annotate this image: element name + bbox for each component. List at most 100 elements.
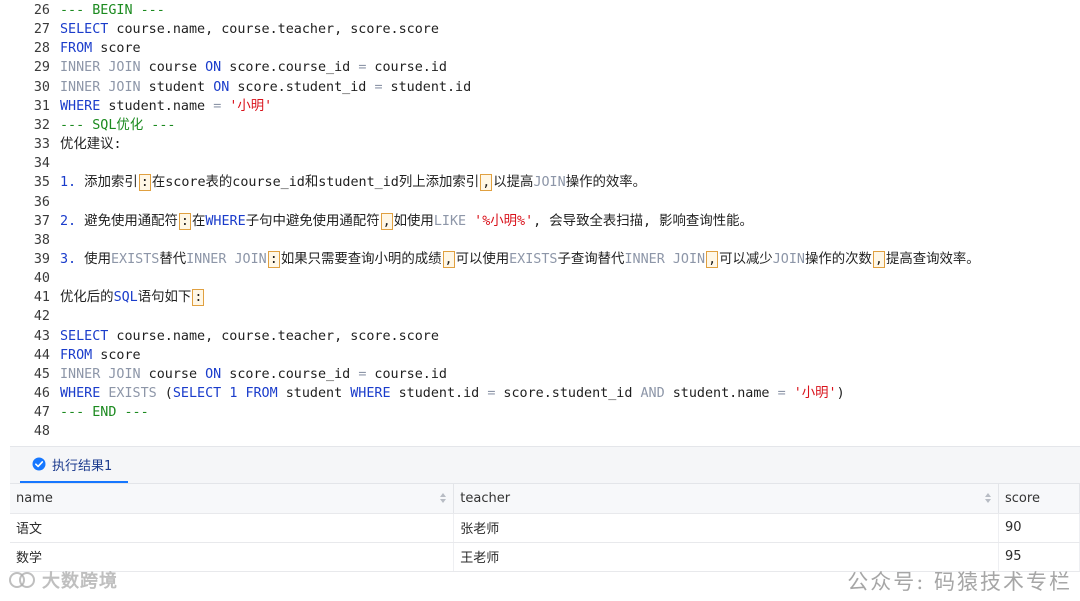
line-number: 34 [33,156,50,172]
code-line[interactable]: 45 INNER JOIN course ON score.course_id =… [0,365,447,384]
code-token: 提高查询效率。 [885,251,980,267]
code-token: : [192,289,205,307]
code-token: '%小明%' [474,213,534,229]
code-token: course.id [366,60,447,76]
code-line[interactable]: 40 [0,269,60,288]
code-token: 优化后的 [60,290,114,306]
table-cell[interactable]: 语文 [10,513,455,543]
code-token: INNER JOIN [624,251,706,267]
code-token: EXISTS [509,251,558,267]
table-row[interactable]: 语文 张老师 90 [10,513,1080,543]
code-line[interactable]: 47 --- END --- [0,403,149,422]
code-line[interactable]: 30 INNER JOIN student ON score.student_id… [0,78,471,97]
code-token: 在score表的course_id和student_id列上添加索引 [151,175,480,191]
code-token: = [777,386,786,401]
code-line[interactable]: 38 [0,231,60,250]
code-line[interactable]: 35 1. 添加索引: 在score表的course_id和student_id列上… [0,173,646,192]
code-token: ON [205,60,222,76]
sort-icon[interactable] [984,492,992,504]
code-token: 1. [60,175,77,191]
code-token: 如使用 [393,213,434,229]
code-line[interactable]: 39 3. 使用EXISTS替代INNER JOIN: 如果只需要查询小明的成绩, 可… [0,250,980,269]
column-header-score[interactable]: score [998,484,1080,514]
column-header-teacher[interactable]: teacher [453,484,1000,514]
code-token: 3. [60,251,77,267]
code-line[interactable]: 33 优化建议: [0,135,122,154]
line-number: 30 [33,79,50,95]
code-line[interactable]: 31 WHERE student.name = '小明' [0,97,272,116]
line-number: 37 [33,213,50,229]
code-token: course [140,366,206,382]
code-token: JOIN [533,175,566,191]
sort-icon[interactable] [439,492,447,504]
code-token: : [138,174,151,192]
code-line[interactable]: 48 [0,422,60,441]
code-line[interactable]: 28 FROM score [0,39,141,58]
sql-editor[interactable]: 26 --- BEGIN --- 27 SELECT course.name, cou… [0,0,1080,446]
code-token: FROM [245,386,278,401]
check-circle-icon [32,457,46,471]
code-token: 优化建议: [60,137,122,153]
line-number: 47 [33,405,50,421]
tab-result-1[interactable]: 执行结果1 [20,447,128,483]
code-token: ON [213,79,230,95]
results-tabbar: 执行结果1 [10,447,1080,484]
code-token: 可以使用 [455,251,510,267]
code-token: score.course_id [221,60,359,76]
watermark-left: 大数跨境 [8,568,118,592]
line-number: 44 [33,347,50,363]
line-number: 43 [33,328,50,344]
code-token: 子查询替代 [557,251,625,267]
code-line[interactable]: 32 --- SQL优化 --- [0,116,176,135]
code-token: student [140,79,214,95]
code-token: INNER JOIN [60,366,141,382]
code-token: '小明' [229,98,273,114]
code-token: course [140,60,206,76]
code-token: , [872,250,885,268]
line-number: 45 [33,366,50,382]
table-cell[interactable]: 张老师 [453,513,1000,543]
code-line[interactable]: 29 INNER JOIN course ON score.course_id =… [0,58,447,77]
column-header-name[interactable]: name [10,484,455,514]
line-number: 31 [33,98,50,114]
line-number: 41 [33,290,50,306]
code-line[interactable]: 27 SELECT course.name, course.teacher, sc… [0,20,439,39]
code-token: JOIN [772,251,805,267]
code-token: 如果只需要查询小明的成绩 [280,251,442,267]
code-token: EXISTS [108,386,157,401]
code-token: 2. [60,213,77,229]
code-token: FROM [60,41,93,57]
code-token: --- END --- [60,405,149,421]
code-token: score.student_id [229,79,375,95]
line-number: 33 [33,137,50,153]
line-number: 26 [33,3,50,18]
code-token: , [442,250,455,268]
code-line[interactable]: 42 [0,307,60,326]
watermark-left-text: 大数跨境 [42,571,118,592]
table-cell[interactable]: 90 [998,513,1080,543]
code-line[interactable]: 36 [0,193,60,212]
code-line[interactable]: 43 SELECT course.name, course.teacher, sc… [0,327,439,346]
code-token: : [178,212,191,230]
column-header-label: score [1005,490,1040,506]
code-line[interactable]: 44 FROM score [0,346,141,365]
code-line[interactable]: 26 --- BEGIN --- [0,1,165,20]
code-token: 操作的次数 [804,251,872,267]
code-token: 在 [191,213,206,229]
code-line[interactable]: 37 2. 避免使用通配符: 在WHERE子句中避免使用通配符, 如使用LIKE '%… [0,212,753,231]
logo-icon [9,572,35,588]
code-token: SELECT [60,328,109,344]
code-line[interactable]: 46 WHERE EXISTS (SELECT 1 FROM student WH… [0,384,845,403]
code-line[interactable]: 41 优化后的SQL语句如下: [0,288,205,307]
code-token: : [267,250,280,268]
line-number: 28 [33,41,50,57]
code-token: SELECT [172,386,222,401]
code-token: INNER JOIN [60,79,141,95]
code-token: , [380,212,393,230]
code-token: WHERE [350,386,391,401]
results-table: name teacher score 语文 张老师 90 数学 王老师 95 [10,484,1080,572]
code-line[interactable]: 34 [0,154,60,173]
watermark-right: 公众号: 码猿技术专栏 [847,570,1072,594]
code-token: EXISTS [110,251,160,267]
